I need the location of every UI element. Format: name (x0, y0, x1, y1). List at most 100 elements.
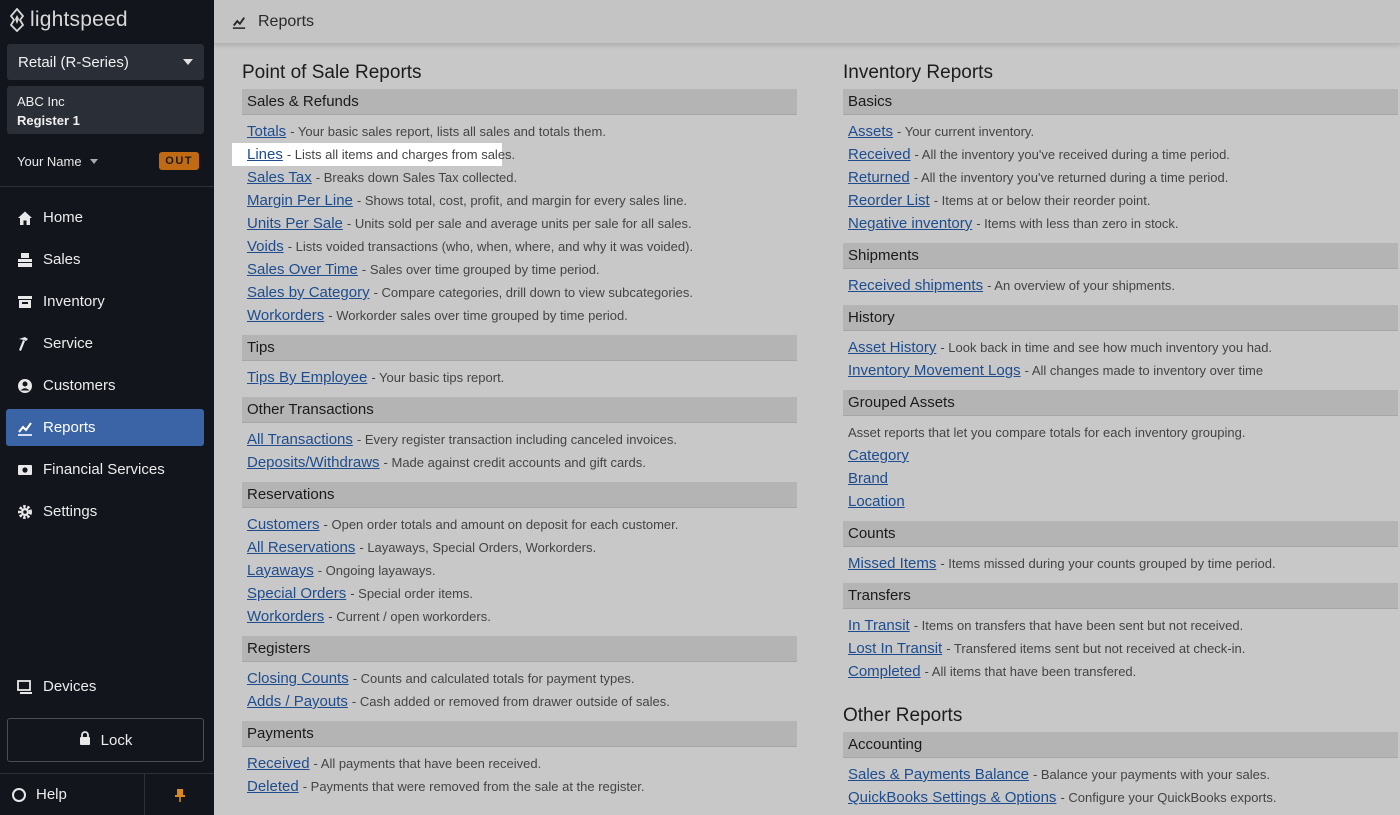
report-link-totals[interactable]: Totals (247, 123, 286, 140)
group-body: Received shipments - An overview of your … (843, 269, 1398, 305)
report-link-sales-over-time[interactable]: Sales Over Time (247, 261, 358, 278)
nav-item-customers[interactable]: Customers (6, 367, 204, 404)
report-link-reorder-list[interactable]: Reorder List (848, 192, 930, 209)
report-link-adds-payouts[interactable]: Adds / Payouts (247, 693, 348, 710)
report-description: - Counts and calculated totals for payme… (352, 671, 635, 686)
report-row: Closing Counts - Counts and calculated to… (247, 667, 797, 690)
report-description: - Ongoing layaways. (317, 563, 436, 578)
report-link-workorders[interactable]: Workorders (247, 608, 324, 625)
help-button[interactable]: Help (0, 774, 144, 815)
report-link-special-orders[interactable]: Special Orders (247, 585, 346, 602)
group-body: Tips By Employee - Your basic tips report… (242, 361, 797, 397)
lock-icon (79, 730, 91, 750)
report-link-received[interactable]: Received (848, 146, 911, 163)
group-body: Closing Counts - Counts and calculated to… (242, 662, 797, 721)
report-link-units-per-sale[interactable]: Units Per Sale (247, 215, 343, 232)
report-link-category[interactable]: Category (848, 447, 909, 464)
devices-link[interactable]: Devices (17, 678, 96, 695)
report-link-brand[interactable]: Brand (848, 470, 888, 487)
report-link-sales-payments-balance[interactable]: Sales & Payments Balance (848, 766, 1029, 783)
report-link-lines[interactable]: Lines (247, 146, 283, 163)
report-link-received[interactable]: Received (247, 755, 310, 772)
report-link-all-transactions[interactable]: All Transactions (247, 431, 353, 448)
main-nav: Home Sales Inventory Service Customers R… (6, 199, 204, 535)
hammer-icon (17, 336, 33, 352)
flame-logo-icon (9, 8, 25, 32)
nav-item-settings[interactable]: Settings (6, 493, 204, 530)
nav-label: Reports (43, 419, 96, 436)
report-description: - Items at or below their reorder point. (933, 193, 1151, 208)
nav-item-reports[interactable]: Reports (6, 409, 204, 446)
report-link-returned[interactable]: Returned (848, 169, 910, 186)
report-description: - Items with less than zero in stock. (976, 216, 1179, 231)
report-row: Workorders - Current / open workorders. (247, 605, 797, 628)
report-link-voids[interactable]: Voids (247, 238, 284, 255)
report-description: - An overview of your shipments. (987, 278, 1175, 293)
report-link-sales-by-category[interactable]: Sales by Category (247, 284, 370, 301)
report-link-closing-counts[interactable]: Closing Counts (247, 670, 349, 687)
group-header-history: History (843, 305, 1398, 331)
report-link-negative-inventory[interactable]: Negative inventory (848, 215, 972, 232)
report-link-deleted[interactable]: Deleted (247, 778, 299, 795)
report-row: Layaways - Ongoing layaways. (247, 559, 797, 582)
report-description: - Units sold per sale and average units … (346, 216, 692, 231)
report-link-all-reservations[interactable]: All Reservations (247, 539, 355, 556)
group-header-registers: Registers (242, 636, 797, 662)
report-link-in-transit[interactable]: In Transit (848, 617, 910, 634)
product-select[interactable]: Retail (R-Series) (7, 44, 204, 80)
group-body: Customers - Open order totals and amount … (242, 508, 797, 636)
register-name: Register 1 (17, 113, 80, 128)
report-description: - Sales over time grouped by time period… (361, 262, 600, 277)
report-link-inventory-movement-logs[interactable]: Inventory Movement Logs (848, 362, 1021, 379)
report-row: Voids - Lists voided transactions (who, w… (247, 235, 797, 258)
report-description: - Transfered items sent but not received… (946, 641, 1246, 656)
report-link-received-shipments[interactable]: Received shipments (848, 277, 983, 294)
report-description: - Workorder sales over time grouped by t… (328, 308, 628, 323)
report-link-assets[interactable]: Assets (848, 123, 893, 140)
user-menu[interactable]: Your Name (17, 154, 98, 169)
report-link-sales-tax[interactable]: Sales Tax (247, 169, 312, 186)
nav-label: Sales (43, 251, 81, 268)
report-row: Lost In Transit - Transfered items sent b… (848, 637, 1398, 660)
report-row: All Transactions - Every register transac… (247, 428, 797, 451)
logo[interactable]: lightspeed (8, 6, 128, 34)
clock-status-badge[interactable]: OUT (159, 152, 199, 170)
pin-sidebar-button[interactable] (144, 774, 214, 815)
store-register-box[interactable]: ABC Inc Register 1 (7, 86, 204, 134)
report-link-tips-by-employee[interactable]: Tips By Employee (247, 369, 367, 386)
nav-item-inventory[interactable]: Inventory (6, 283, 204, 320)
report-link-location[interactable]: Location (848, 493, 905, 510)
report-row: Missed Items - Items missed during your c… (848, 552, 1398, 575)
nav-item-home[interactable]: Home (6, 199, 204, 236)
section-title: Other Reports (843, 705, 963, 726)
report-link-layaways[interactable]: Layaways (247, 562, 314, 579)
nav-item-financial-services[interactable]: Financial Services (6, 451, 204, 488)
report-link-customers[interactable]: Customers (247, 516, 320, 533)
report-row: Brand (848, 467, 1398, 490)
group-body: Received - All payments that have been re… (242, 747, 797, 806)
report-row: Deleted - Payments that were removed from… (247, 775, 797, 798)
report-link-workorders[interactable]: Workorders (247, 307, 324, 324)
report-description: - Your basic sales report, lists all sal… (290, 124, 606, 139)
nav-item-service[interactable]: Service (6, 325, 204, 362)
nav-item-sales[interactable]: Sales (6, 241, 204, 278)
report-link-deposits-withdraws[interactable]: Deposits/Withdraws (247, 454, 380, 471)
report-row: Category (848, 444, 1398, 467)
report-description: - Look back in time and see how much inv… (940, 340, 1273, 355)
page-title: Reports (258, 12, 315, 30)
money-icon (17, 462, 33, 478)
report-row: Deposits/Withdraws - Made against credit … (247, 451, 797, 474)
report-link-quickbooks-settings-options[interactable]: QuickBooks Settings & Options (848, 789, 1056, 806)
group-header-other-transactions: Other Transactions (242, 397, 797, 423)
group-body: Sales & Payments Balance - Balance your p… (843, 758, 1398, 815)
group-body: In Transit - Items on transfers that have… (843, 609, 1398, 691)
group-header-counts: Counts (843, 521, 1398, 547)
sidebar: lightspeed Retail (R-Series) ABC Inc Reg… (0, 0, 214, 815)
report-link-missed-items[interactable]: Missed Items (848, 555, 936, 572)
report-link-lost-in-transit[interactable]: Lost In Transit (848, 640, 942, 657)
report-link-margin-per-line[interactable]: Margin Per Line (247, 192, 353, 209)
report-link-asset-history[interactable]: Asset History (848, 339, 936, 356)
group-header-payments: Payments (242, 721, 797, 747)
lock-button[interactable]: Lock (7, 718, 204, 762)
report-link-completed[interactable]: Completed (848, 663, 921, 680)
